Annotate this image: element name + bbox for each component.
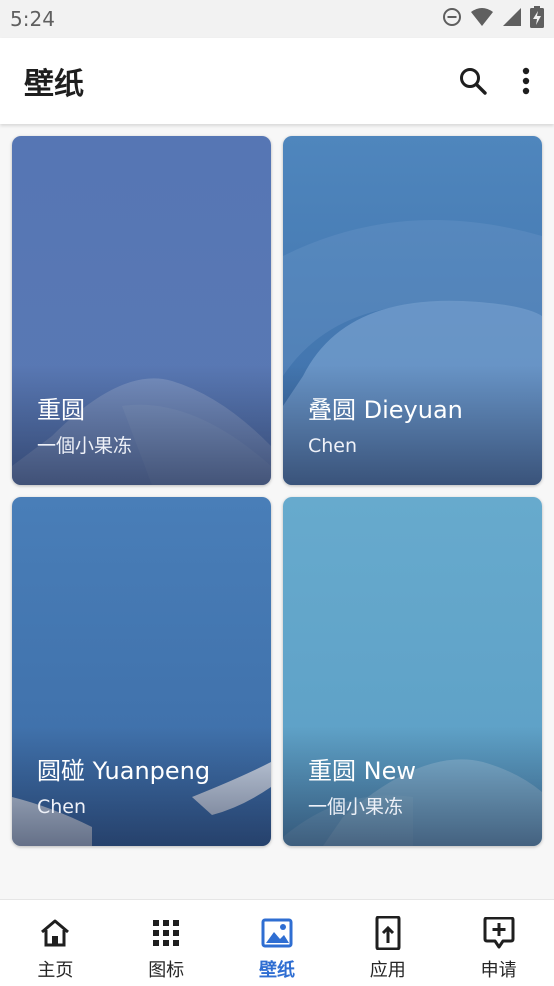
page-title: 壁纸 xyxy=(24,67,84,102)
nav-label: 壁纸 xyxy=(258,960,295,981)
nav-label: 主页 xyxy=(37,960,74,981)
add-comment-icon xyxy=(482,916,516,950)
wallpaper-author: Chen xyxy=(308,435,358,457)
nav-item-wallpapers[interactable]: 壁纸 xyxy=(222,900,333,986)
nav-item-home[interactable]: 主页 xyxy=(0,900,111,986)
status-icons xyxy=(442,6,544,32)
status-bar: 5:24 xyxy=(0,0,554,38)
wallpaper-author: 一個小果冻 xyxy=(37,435,133,457)
nav-label: 应用 xyxy=(369,960,406,981)
wifi-icon xyxy=(470,7,494,31)
app-bar-actions xyxy=(458,66,530,96)
nav-item-apps[interactable]: 应用 xyxy=(332,900,443,986)
wallpaper-icon xyxy=(260,916,294,950)
card-caption: 圆碰 Yuanpeng Chen xyxy=(37,756,210,820)
wallpaper-card[interactable]: 叠圆 Dieyuan Chen xyxy=(283,136,542,485)
more-vert-icon xyxy=(522,67,530,95)
wallpaper-title: 重圆 xyxy=(37,396,85,424)
wallpaper-title: 重圆 New xyxy=(308,757,416,785)
wallpaper-title: 圆碰 Yuanpeng xyxy=(37,757,211,785)
wallpaper-card[interactable]: 重圆 New 一個小果冻 xyxy=(283,497,542,846)
battery-charging-icon xyxy=(530,6,544,32)
apps-grid-icon xyxy=(149,916,183,950)
wallpaper-card[interactable]: 重圆 一個小果冻 xyxy=(12,136,271,485)
bottom-navigation: 主页 图标 壁纸 应用 申请 xyxy=(0,899,554,986)
wallpaper-title: 叠圆 Dieyuan xyxy=(308,396,463,424)
search-button[interactable] xyxy=(458,66,488,96)
nav-item-icons[interactable]: 图标 xyxy=(111,900,222,986)
app-bar: 壁纸 xyxy=(0,38,554,124)
signal-icon xyxy=(502,7,522,31)
nav-label: 申请 xyxy=(480,960,517,981)
nav-item-request[interactable]: 申请 xyxy=(443,900,554,986)
home-icon xyxy=(38,916,72,950)
nav-label: 图标 xyxy=(148,960,185,981)
wallpaper-author: 一個小果冻 xyxy=(308,796,404,818)
search-icon xyxy=(460,68,487,95)
wallpaper-author: Chen xyxy=(37,796,87,818)
wallpaper-card[interactable]: 圆碰 Yuanpeng Chen xyxy=(12,497,271,846)
card-caption: 重圆 New 一個小果冻 xyxy=(308,756,416,820)
wallpaper-grid: 重圆 一個小果冻 叠圆 Dieyuan Chen 圆碰 Yuanpeng Che… xyxy=(12,136,542,846)
status-time: 5:24 xyxy=(10,7,55,31)
do-not-disturb-icon xyxy=(442,7,462,31)
more-options-button[interactable] xyxy=(522,67,530,95)
card-caption: 重圆 一個小果冻 xyxy=(37,395,132,459)
app-upload-icon xyxy=(371,916,405,950)
card-caption: 叠圆 Dieyuan Chen xyxy=(308,395,463,459)
